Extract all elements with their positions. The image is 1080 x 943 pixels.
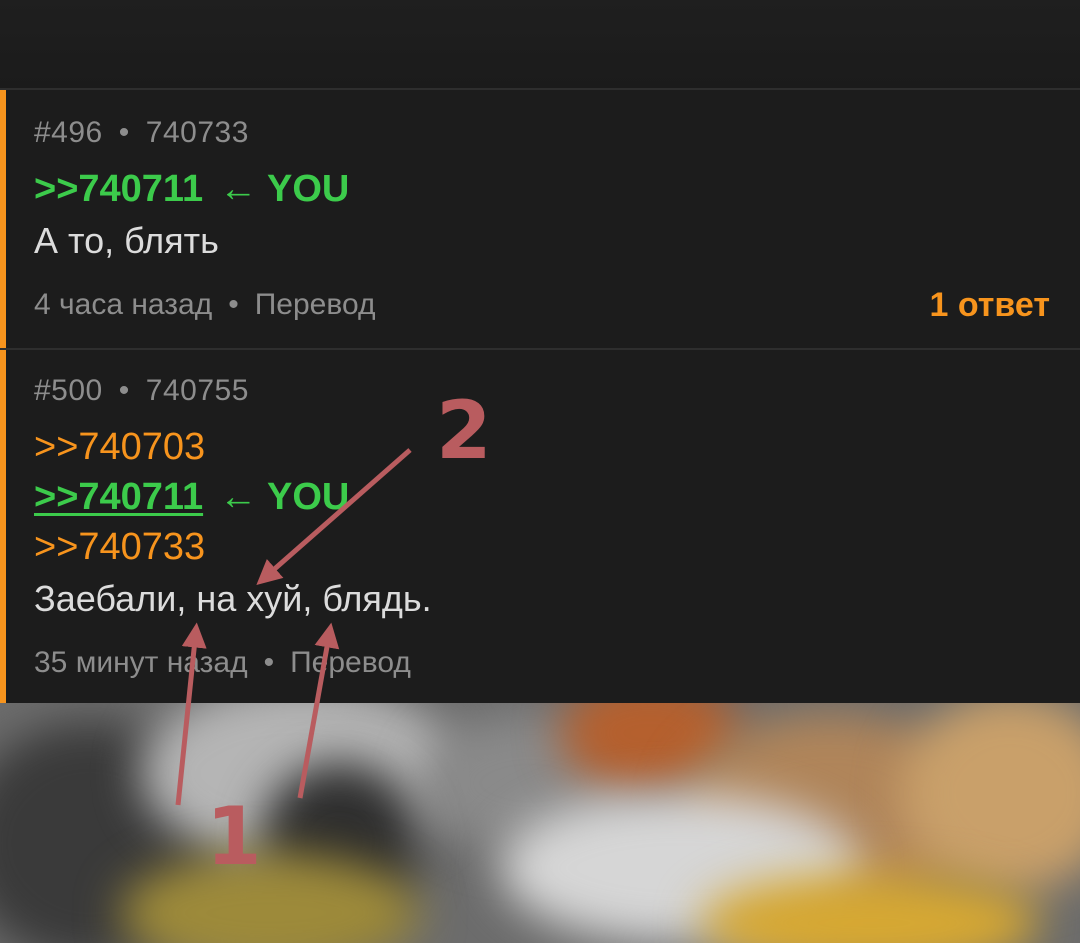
left-arrow-icon: ← <box>219 476 258 518</box>
reply-link-text[interactable]: >>740711 <box>34 476 203 518</box>
post-header: #496 • 740733 <box>34 116 249 150</box>
post-500[interactable]: #500 • 740755 >>740703 >>740711 ← YOU >>740… <box>0 348 1080 703</box>
post-number: #500 <box>34 374 103 407</box>
post-number: #496 <box>34 116 103 149</box>
post-meta: 35 минут назад • Перевод <box>34 646 411 680</box>
translate-link[interactable]: Перевод <box>255 288 376 321</box>
reply-link-text[interactable]: >>740733 <box>34 526 205 568</box>
translate-link[interactable]: Перевод <box>290 646 411 679</box>
post-body: А то, блять <box>34 220 219 261</box>
separator-dot: • <box>118 116 130 149</box>
blurred-attachment-image[interactable] <box>0 703 1080 943</box>
annotation-label-2: 2 <box>436 384 492 477</box>
post-496[interactable]: #496 • 740733 >>740711 ← YOU А то, блять 4 … <box>0 88 1080 348</box>
reply-link-740733[interactable]: >>740733 <box>34 526 205 569</box>
annotation-label-1: 1 <box>206 790 262 883</box>
thread-screen: #496 • 740733 >>740711 ← YOU А то, блять 4 … <box>0 0 1080 943</box>
separator-dot: • <box>228 288 239 321</box>
reply-link-text[interactable]: >>740703 <box>34 426 205 468</box>
post-header: #500 • 740755 <box>34 374 249 408</box>
post-id[interactable]: 740733 <box>146 116 249 149</box>
reply-link-740711[interactable]: >>740711 ← YOU <box>34 476 349 519</box>
previous-post-area <box>0 0 1080 88</box>
you-label: YOU <box>266 476 350 518</box>
post-time: 4 часа назад <box>34 288 213 321</box>
you-label: YOU <box>266 168 350 210</box>
reply-link-740703[interactable]: >>740703 <box>34 426 205 469</box>
post-time: 35 минут назад <box>34 646 248 679</box>
post-meta: 4 часа назад • Перевод <box>34 288 375 322</box>
post-id[interactable]: 740755 <box>146 374 249 407</box>
separator-dot: • <box>263 646 275 679</box>
left-arrow-icon: ← <box>219 168 258 210</box>
post-body: Заебали, на хуй, блядь. <box>34 578 432 619</box>
reply-link-text[interactable]: >>740711 <box>34 168 203 210</box>
separator-dot: • <box>118 374 130 407</box>
replies-count[interactable]: 1 ответ <box>930 286 1051 325</box>
reply-link-740711[interactable]: >>740711 ← YOU <box>34 168 349 211</box>
